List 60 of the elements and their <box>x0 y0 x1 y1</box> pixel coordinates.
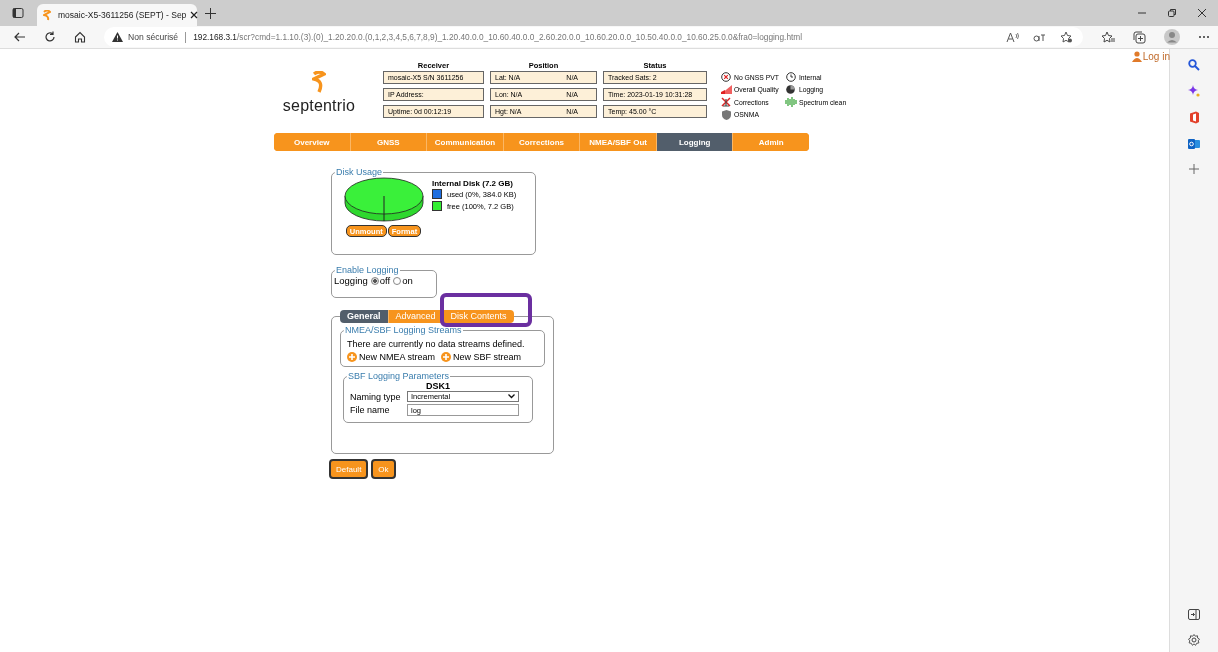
panel-title: Disk Usage <box>335 167 383 177</box>
home-icon[interactable] <box>74 31 86 43</box>
septentrio-logo: septentrio <box>280 61 358 131</box>
antenna-icon <box>720 97 732 108</box>
panel-title: Enable Logging <box>335 265 400 275</box>
security-label: Non sécurisé <box>128 32 179 42</box>
more-icon[interactable] <box>1198 35 1210 39</box>
panel-title: NMEA/SBF Logging Streams <box>344 325 463 335</box>
nav-tab[interactable]: Logging <box>656 133 734 151</box>
radio-button[interactable] <box>393 276 402 285</box>
collections-icon[interactable] <box>1133 30 1146 44</box>
form-button[interactable]: Ok <box>371 459 396 479</box>
field-label: File name <box>350 405 391 415</box>
form-button[interactable]: Default <box>329 459 369 479</box>
new-tab-icon[interactable] <box>205 7 216 19</box>
radio-label[interactable]: off <box>379 275 391 286</box>
office-icon[interactable] <box>1188 111 1200 124</box>
url-text: 192.168.3.1/scr?cmd=1.1.10.(3).(0)_1.20.20.0.(0,1,2,3,4,5,6,7,8,9)_1.20.40.0.0_10.60.40.0.0_2.60.20.0.0_10.60.20.0.0_10.50.40.0.0_10.60.25.0.0&fra0=logging.html <box>193 32 803 42</box>
mail-icon[interactable] <box>1188 138 1200 150</box>
field-label: Logging <box>334 275 368 286</box>
disk-label: DSK1 <box>425 381 451 391</box>
close-icon[interactable] <box>190 11 199 19</box>
add-favorite-icon[interactable] <box>1060 31 1073 43</box>
sparkle-icon[interactable] <box>1188 85 1200 97</box>
sidebar-toggle-icon[interactable] <box>1188 609 1200 620</box>
caret-icon <box>508 394 515 399</box>
panel-title: SBF Logging Parameters <box>347 371 451 381</box>
signal-bars-icon <box>720 85 732 95</box>
person-icon <box>1131 50 1142 62</box>
favorites-icon[interactable] <box>1101 31 1115 43</box>
login-link[interactable]: Log in <box>1131 51 1170 61</box>
search-icon[interactable] <box>1188 59 1200 71</box>
field-label: Naming type <box>350 391 402 402</box>
address-bar[interactable]: Non sécurisé 192.168.3.1/scr?cmd=1.1.10.(3).(0)_1.20.20.0.(0,1,2,3,4,5,6,7,8,9)_1.20.40.0.0_10.60.40.0.0_2.60.20.0.0_10.60.20.0.0_10.50.40.0.0_10.60.25.0.0&fra0=logging.html <box>104 27 1083 47</box>
add-icon <box>347 352 357 362</box>
add-stream-link[interactable]: New NMEA stream <box>347 352 436 362</box>
settings-icon[interactable] <box>1188 634 1200 646</box>
tab[interactable]: General <box>340 310 389 323</box>
tab[interactable]: Disk Contents <box>443 310 514 323</box>
radio-label[interactable]: on <box>402 275 413 286</box>
back-icon[interactable] <box>14 31 26 43</box>
tab-actions-icon[interactable] <box>12 7 24 19</box>
disk-name: Internal Disk (7.2 GB) <box>432 179 514 188</box>
site-logo-icon <box>43 9 51 21</box>
empty-message: There are currently no data streams defined. <box>347 339 526 349</box>
refresh-icon[interactable] <box>44 31 56 43</box>
no-fix-icon <box>720 72 732 83</box>
add-icon <box>441 352 452 362</box>
clock-icon <box>784 72 797 83</box>
warning-icon <box>112 32 123 42</box>
shield-icon <box>720 109 732 120</box>
add-stream-link[interactable]: New SBF stream <box>441 352 522 362</box>
read-aloud-icon[interactable] <box>1006 31 1019 43</box>
add-icon[interactable] <box>1189 164 1199 174</box>
radio-button[interactable] <box>370 276 379 285</box>
disk-icon <box>784 85 797 95</box>
spectrum-icon <box>784 97 797 108</box>
browser-tab[interactable]: mosaic-X5-3611256 (SEPT) - Sep <box>37 4 197 26</box>
nav-tab[interactable]: Overview <box>274 133 351 151</box>
profile-avatar-icon[interactable] <box>1164 29 1180 45</box>
